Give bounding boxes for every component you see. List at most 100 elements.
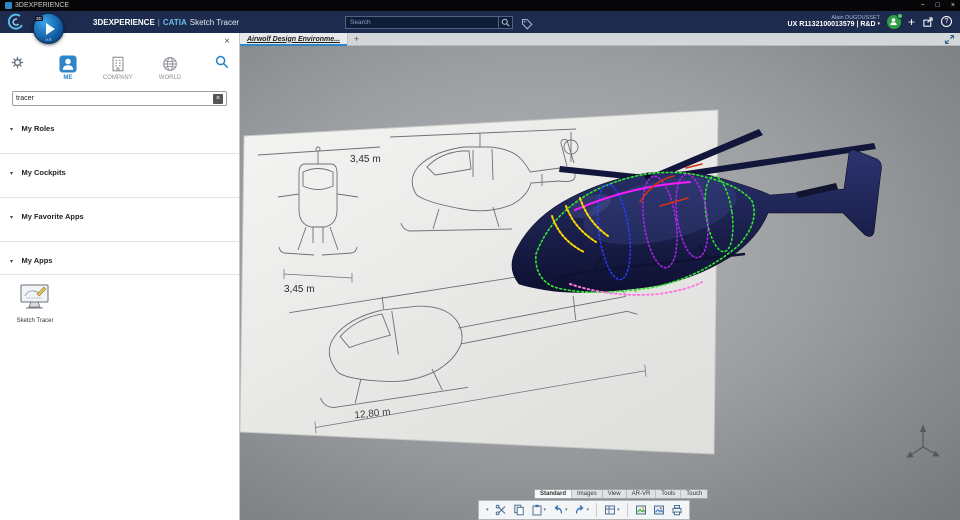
layers-tool-button[interactable] bbox=[651, 503, 667, 517]
toolbar-tab-strip: Standard Images View AR-VR Tools Touch bbox=[534, 489, 709, 499]
tab-world[interactable]: WORLD bbox=[159, 55, 181, 81]
product-name: CATIA bbox=[162, 17, 187, 27]
copy-button[interactable] bbox=[511, 503, 527, 517]
collapse-caret-icon[interactable]: ▾ bbox=[10, 215, 13, 221]
document-tab-label: Airwolf Design Environme... bbox=[247, 35, 340, 43]
print-tool-button[interactable] bbox=[669, 503, 685, 517]
close-window-button[interactable]: × bbox=[951, 2, 955, 9]
global-search-field[interactable] bbox=[345, 16, 513, 29]
title-separator: | bbox=[157, 17, 160, 27]
workspace-label: UX R1132100013579 | R&D bbox=[787, 21, 876, 29]
brand-name: 3DEXPERIENCE bbox=[93, 17, 155, 27]
tab-me[interactable]: ME bbox=[59, 55, 77, 81]
tab-world-label: WORLD bbox=[158, 75, 182, 81]
maximize-button[interactable]: □ bbox=[936, 2, 940, 9]
chevron-down-icon[interactable]: ▾ bbox=[565, 507, 568, 513]
tab-standard[interactable]: Standard bbox=[535, 490, 573, 498]
help-button[interactable]: ? bbox=[941, 16, 952, 28]
dimension-label: 3,45 m bbox=[350, 154, 381, 165]
app-title: 3DEXPERIENCE | CATIA Sketch Tracer bbox=[93, 18, 239, 27]
add-button[interactable]: + bbox=[908, 16, 915, 28]
document-tab-bar: Airwolf Design Environme... + bbox=[240, 32, 960, 46]
module-name: Sketch Tracer bbox=[189, 17, 240, 27]
printer-icon bbox=[672, 505, 682, 516]
paste-icon bbox=[532, 504, 542, 516]
share-icon[interactable] bbox=[922, 16, 934, 28]
scissors-icon bbox=[495, 504, 505, 516]
panel-search-icon[interactable] bbox=[215, 55, 229, 69]
3d-scene: 12,80 m 3,45 m 3,45 m bbox=[240, 109, 940, 458]
tab-tools[interactable]: Tools bbox=[656, 490, 682, 498]
tab-me-label: ME bbox=[63, 75, 73, 81]
window-titlebar: 3DEXPERIENCE − □ × bbox=[0, 0, 960, 11]
sketch-tracer-icon bbox=[20, 284, 49, 309]
app-label: Sketch Tracer bbox=[16, 318, 54, 324]
section-my-cockpits[interactable]: ▾ My Cockpits bbox=[0, 154, 239, 198]
person-icon bbox=[890, 18, 898, 26]
grid-icon bbox=[605, 505, 616, 515]
collapse-caret-icon[interactable]: ▾ bbox=[10, 259, 13, 265]
chevron-down-icon[interactable]: ▾ bbox=[544, 507, 547, 513]
clear-search-button[interactable]: × bbox=[213, 93, 223, 104]
dimension-label: 3,45 m bbox=[284, 284, 315, 295]
collapse-caret-icon[interactable]: ▾ bbox=[10, 171, 13, 177]
window-title: 3DEXPERIENCE bbox=[15, 2, 70, 9]
status-dot bbox=[896, 12, 903, 19]
toolbar-separator bbox=[626, 503, 628, 517]
globe-icon bbox=[163, 57, 177, 71]
chevron-down-icon[interactable]: ▾ bbox=[587, 507, 590, 513]
document-tab-active[interactable]: Airwolf Design Environme... bbox=[240, 32, 348, 46]
play-icon bbox=[46, 23, 55, 35]
tab-touch[interactable]: Touch bbox=[681, 490, 708, 498]
3d-viewport[interactable]: 12,80 m 3,45 m 3,45 m Standard Images Vi… bbox=[240, 46, 960, 520]
me-person-icon bbox=[59, 55, 77, 73]
layers-icon bbox=[653, 505, 664, 515]
redo-icon bbox=[575, 504, 584, 514]
section-my-apps[interactable]: ▾ My Apps bbox=[0, 242, 239, 275]
grid-tool-button[interactable]: ▾ bbox=[602, 503, 622, 517]
section-label: My Roles bbox=[21, 124, 55, 133]
cut-button[interactable] bbox=[493, 503, 509, 517]
building-icon bbox=[112, 56, 124, 72]
global-search-input[interactable] bbox=[346, 19, 498, 26]
redo-button[interactable]: ▾ bbox=[572, 503, 592, 517]
app-search-input[interactable] bbox=[16, 95, 213, 102]
tab-company[interactable]: COMPANY bbox=[103, 55, 133, 81]
panel-close-button[interactable]: × bbox=[224, 36, 230, 47]
app-search-field[interactable]: × bbox=[12, 91, 227, 106]
top-app-bar: 3D V.R 3DEXPERIENCE | CATIA Sketch Trace… bbox=[0, 11, 960, 44]
expand-icon[interactable] bbox=[944, 34, 955, 45]
image-icon bbox=[635, 505, 646, 515]
app-launcher-panel: × ME COMPANY WORLD tracer × ▾ My Roles ▾… bbox=[0, 33, 240, 520]
avatar[interactable] bbox=[886, 12, 903, 29]
collapse-caret-icon[interactable]: ▾ bbox=[10, 127, 13, 133]
toolbar-separator bbox=[596, 503, 598, 517]
chevron-down-icon: ▾ bbox=[486, 507, 489, 513]
paste-button[interactable]: ▾ bbox=[529, 503, 549, 517]
undo-icon bbox=[554, 504, 563, 514]
compass-play-button[interactable]: 3D V.R bbox=[33, 13, 64, 44]
app-sketch-tracer[interactable]: Sketch Tracer bbox=[10, 283, 60, 324]
undo-button[interactable]: ▾ bbox=[550, 503, 570, 517]
minimize-button[interactable]: − bbox=[921, 2, 925, 9]
copy-icon bbox=[513, 504, 524, 516]
image-tool-button[interactable] bbox=[633, 503, 649, 517]
section-label: My Apps bbox=[21, 256, 53, 265]
new-tab-button[interactable]: + bbox=[354, 34, 359, 44]
compass-caption: V.R bbox=[45, 37, 52, 42]
tab-ar-vr[interactable]: AR-VR bbox=[626, 490, 657, 498]
section-my-roles[interactable]: ▾ My Roles bbox=[0, 110, 239, 154]
tab-images[interactable]: Images bbox=[572, 490, 603, 498]
gear-icon[interactable] bbox=[10, 55, 25, 70]
axis-triad-icon[interactable] bbox=[906, 424, 940, 458]
app-logo-icon bbox=[5, 2, 12, 9]
user-info[interactable]: Alain DUGOUSSET UX R1132100013579 | R&D … bbox=[788, 15, 880, 29]
3ds-logo bbox=[7, 13, 23, 30]
toolbar-overflow-button[interactable]: ▾ bbox=[483, 506, 491, 514]
section-label: My Favorite Apps bbox=[21, 212, 84, 221]
tag-icon[interactable] bbox=[521, 17, 533, 35]
tab-view[interactable]: View bbox=[602, 490, 627, 498]
chevron-down-icon[interactable]: ▾ bbox=[617, 507, 620, 513]
section-my-favorite-apps[interactable]: ▾ My Favorite Apps bbox=[0, 198, 239, 242]
search-icon[interactable] bbox=[498, 17, 512, 28]
